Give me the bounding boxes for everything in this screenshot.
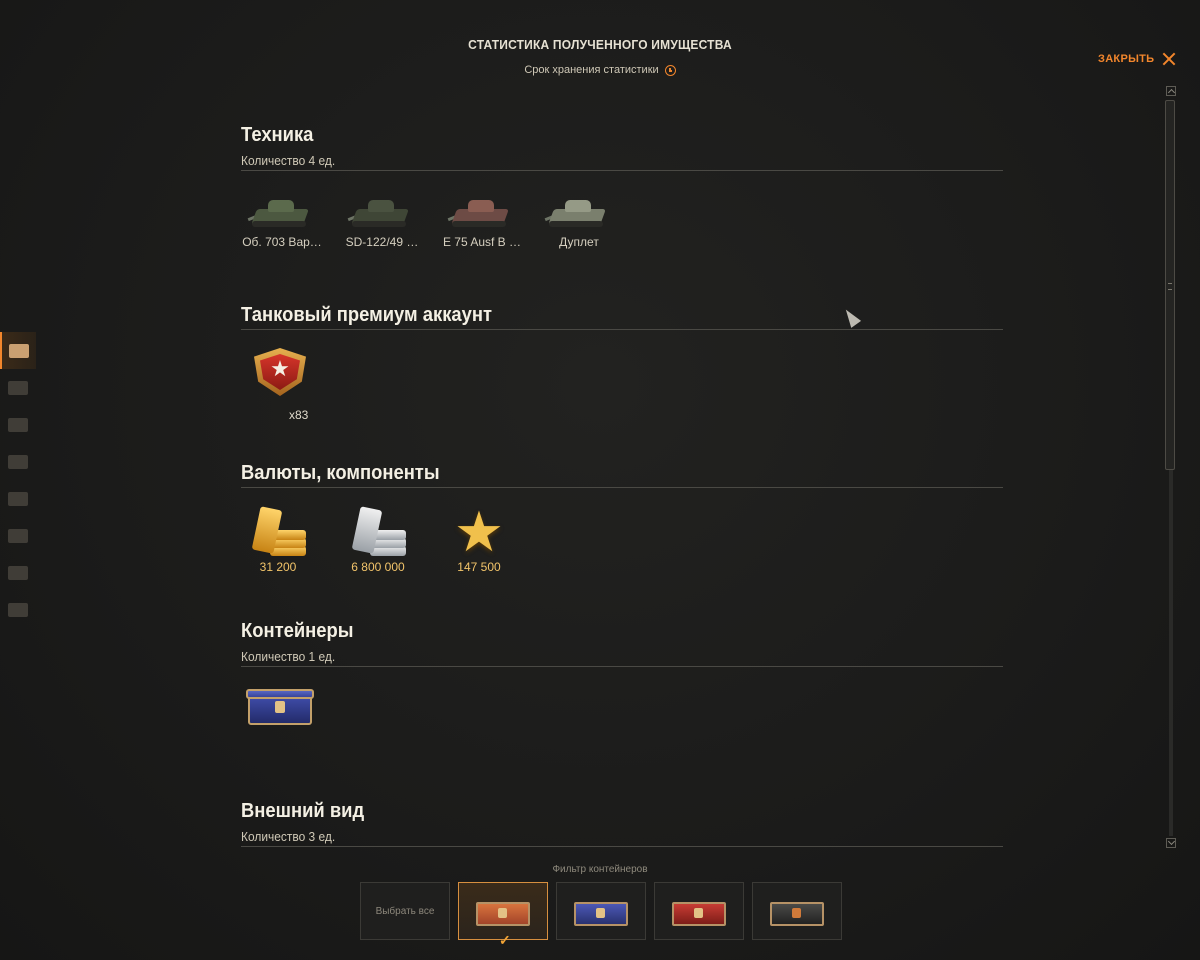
container-icon: [244, 685, 316, 729]
section-title: Контейнеры: [241, 620, 354, 642]
section-count: Количество 1 ед.: [241, 649, 336, 664]
container-icon: [672, 896, 726, 926]
currency-list: 31 200 6 800 000 ★ 147 500: [241, 488, 1003, 588]
side-nav-item-crew[interactable]: [0, 517, 36, 554]
tank-icon: [446, 187, 518, 235]
premium-list: ★ x83: [241, 330, 1003, 430]
container-icon: [476, 896, 530, 926]
tank-icon: [346, 187, 418, 235]
vehicle-item[interactable]: Об. 703 Вар…: [241, 187, 327, 249]
currency-item-gold[interactable]: 31 200: [241, 504, 323, 574]
currency-item-free-xp[interactable]: ★ 147 500: [434, 500, 524, 575]
premium-icon: [8, 380, 28, 395]
side-nav-item-currencies[interactable]: [0, 406, 36, 443]
side-nav-item-appearance[interactable]: [0, 480, 36, 517]
currency-item-credits[interactable]: 6 800 000: [333, 504, 423, 574]
star-icon: [8, 417, 28, 432]
currency-value: 6 800 000: [351, 560, 405, 574]
misc-icon: [8, 602, 28, 617]
section-premium: Танковый премиум аккаунт ★ x83: [241, 304, 1003, 430]
upgrade-icon: [8, 565, 28, 580]
page-title: СТАТИСТИКА ПОЛУЧЕННОГО ИМУЩЕСТВА: [468, 37, 732, 53]
scrollbar[interactable]: [1164, 86, 1178, 852]
gold-icon: [246, 504, 310, 560]
section-divider: [241, 846, 1003, 847]
container-icon: [574, 896, 628, 926]
close-button[interactable]: ЗАКРЫТЬ: [1098, 52, 1176, 66]
premium-item[interactable]: ★ x83: [241, 346, 325, 436]
vehicle-item[interactable]: Дуплет: [534, 187, 624, 249]
flag-icon: [8, 491, 28, 506]
grip-icon: [1168, 283, 1172, 290]
filter-select-all-label: Выбрать все: [375, 905, 435, 917]
section-title: Танковый премиум аккаунт: [241, 304, 493, 326]
stats-content: Техника Количество 4 ед. Об. 703 Вар… SD…: [241, 120, 1003, 850]
vehicle-item[interactable]: SD-122/49 …: [337, 187, 427, 249]
close-label: ЗАКРЫТЬ: [1098, 53, 1155, 65]
container-item[interactable]: [241, 685, 325, 729]
filter-container-button[interactable]: [654, 882, 744, 940]
crew-icon: [8, 528, 28, 543]
currency-value: 147 500: [457, 560, 501, 574]
filter-container-button[interactable]: [556, 882, 646, 940]
premium-account-icon: ★: [248, 346, 312, 402]
side-nav-item-upgrades[interactable]: [0, 554, 36, 591]
section-currencies: Валюты, компоненты 31 200 6 800 000 ★ 14…: [241, 462, 1003, 588]
scroll-down-arrow-icon[interactable]: [1166, 838, 1176, 848]
section-containers: Контейнеры Количество 1 ед.: [241, 620, 1003, 767]
filter-select-all-button[interactable]: Выбрать все: [360, 882, 450, 940]
side-nav: [0, 332, 36, 628]
tank-icon: [246, 187, 318, 235]
side-nav-item-other[interactable]: [0, 591, 36, 628]
section-vehicles: Техника Количество 4 ед. Об. 703 Вар… SD…: [241, 124, 1003, 271]
vehicle-item[interactable]: E 75 Ausf B …: [437, 187, 527, 249]
vehicle-name: Об. 703 Вар…: [242, 235, 322, 249]
credits-icon: [346, 504, 410, 560]
vehicle-name: E 75 Ausf B …: [442, 235, 522, 249]
stats-retention-info[interactable]: Срок хранения статистики: [0, 64, 1200, 76]
section-title: Внешний вид: [241, 800, 365, 822]
section-count: Количество 4 ед.: [241, 153, 336, 168]
section-title: Валюты, компоненты: [241, 462, 440, 484]
stats-retention-label: Срок хранения статистики: [524, 64, 659, 76]
vehicle-name: Дуплет: [559, 235, 599, 249]
container-list: [241, 667, 1003, 767]
premium-quantity: x83: [289, 408, 309, 422]
scroll-up-arrow-icon[interactable]: [1166, 86, 1176, 96]
filter-label: Фильтр контейнеров: [552, 864, 648, 875]
section-count: Количество 3 ед.: [241, 829, 336, 844]
filter-container-button[interactable]: ✓: [458, 882, 548, 947]
side-nav-item-containers[interactable]: [0, 443, 36, 480]
checkmark-icon: ✓: [499, 932, 511, 948]
container-icon: [770, 896, 824, 926]
section-title: Техника: [241, 124, 314, 146]
tank-icon: [543, 187, 615, 235]
scroll-thumb[interactable]: [1165, 100, 1175, 470]
vehicle-list: Об. 703 Вар… SD-122/49 … E 75 Ausf B … Д…: [241, 171, 1003, 271]
vehicle-name: SD-122/49 …: [345, 235, 419, 249]
side-nav-item-vehicles[interactable]: [0, 332, 36, 369]
container-filter: Выбрать все ✓: [360, 882, 842, 947]
filter-container-button[interactable]: [752, 882, 842, 940]
currency-value: 31 200: [259, 560, 297, 574]
free-xp-icon: ★: [453, 500, 505, 563]
container-icon: [8, 454, 28, 469]
side-nav-item-premium[interactable]: [0, 369, 36, 406]
section-appearance: Внешний вид Количество 3 ед.: [241, 800, 1003, 847]
clock-icon[interactable]: [664, 65, 676, 76]
close-icon: [1162, 52, 1176, 66]
tank-icon: [9, 343, 29, 358]
